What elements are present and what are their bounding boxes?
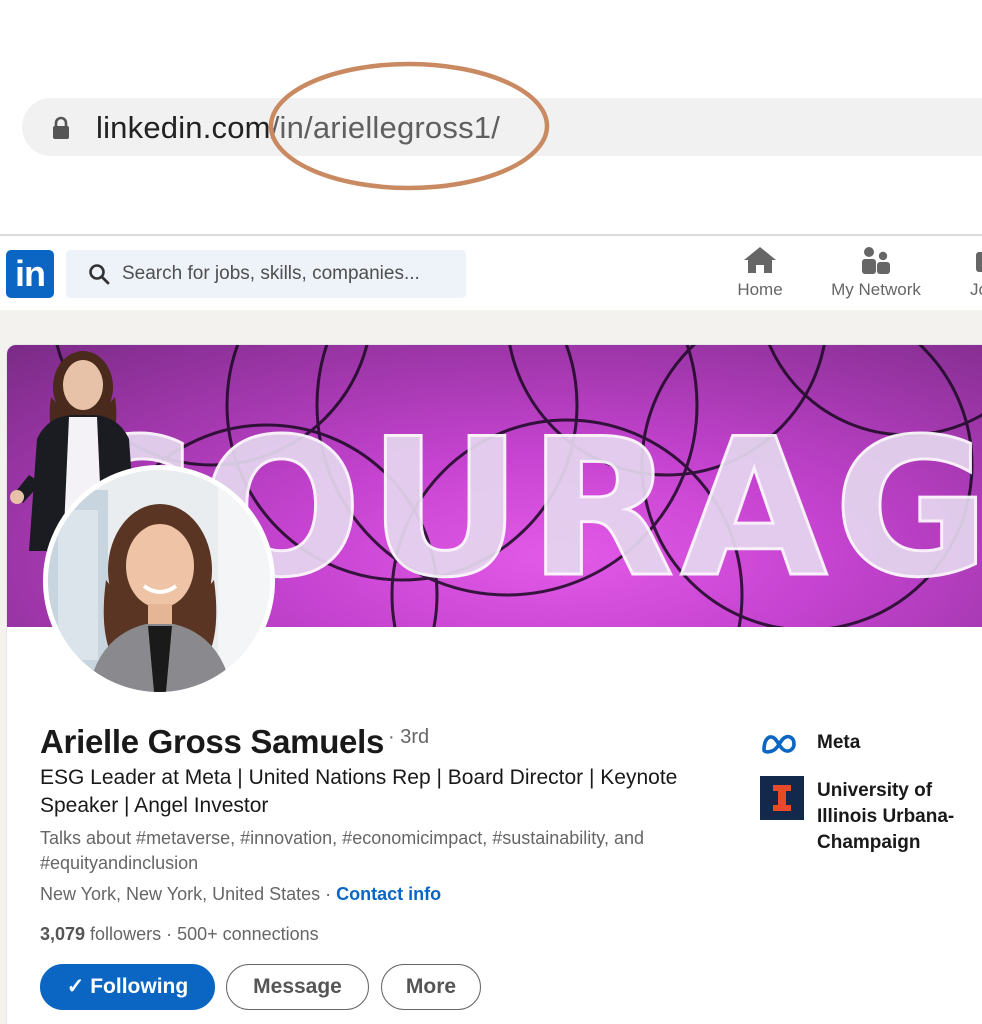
- profile-avatar[interactable]: [43, 465, 275, 697]
- profile-name-row: Arielle Gross Samuels · 3rd: [40, 722, 429, 762]
- profile-headline: ESG Leader at Meta | United Nations Rep …: [40, 766, 678, 817]
- company-name: Meta: [817, 732, 861, 753]
- connection-degree: · 3rd: [388, 726, 430, 748]
- nav-home[interactable]: Home: [728, 246, 792, 306]
- url-domain: linkedin.com: [96, 110, 271, 145]
- profile-location: New York, New York, United States: [40, 884, 321, 904]
- lock-icon: [53, 116, 69, 139]
- university-logo-icon: [760, 776, 804, 820]
- nav-my-network[interactable]: My Network: [818, 246, 934, 306]
- linkedin-logo[interactable]: in: [6, 250, 54, 298]
- nav-jobs[interactable]: Jo: [962, 246, 982, 306]
- message-button[interactable]: Message: [226, 964, 369, 1010]
- followers-label[interactable]: followers: [85, 924, 161, 944]
- followers-count: 3,079: [40, 924, 86, 944]
- my-network-icon: [862, 247, 890, 274]
- school-name: University of Illinois Urbana-Champaign: [817, 780, 955, 853]
- search-icon: [89, 264, 110, 285]
- location-separator: ·: [320, 884, 337, 904]
- meta-logo-icon: [762, 734, 796, 754]
- search-placeholder: Search for jobs, skills, companies...: [122, 263, 420, 284]
- nav-home-label: Home: [737, 280, 783, 299]
- nav-jobs-label: Jo: [970, 280, 982, 299]
- url-text[interactable]: linkedin.com/in/ariellegross1/: [96, 108, 500, 148]
- jobs-icon: [976, 252, 982, 272]
- nav-my-network-label: My Network: [831, 280, 921, 299]
- profile-talks-about: Talks about #metaverse, #innovation, #ec…: [40, 828, 645, 873]
- url-path: /in/ariellegross1/: [270, 110, 501, 145]
- connections-count[interactable]: · 500+ connections: [161, 924, 319, 944]
- home-icon: [744, 247, 776, 273]
- contact-info-link[interactable]: Contact info: [336, 884, 441, 904]
- profile-name: Arielle Gross Samuels: [40, 723, 385, 760]
- following-button[interactable]: ✓ Following: [40, 964, 215, 1010]
- profile-location-row: New York, New York, United States · Cont…: [40, 882, 441, 906]
- profile-stats: 3,079 followers · 500+ connections: [40, 922, 319, 946]
- more-button[interactable]: More: [381, 964, 481, 1010]
- avatar-photo: [48, 470, 270, 692]
